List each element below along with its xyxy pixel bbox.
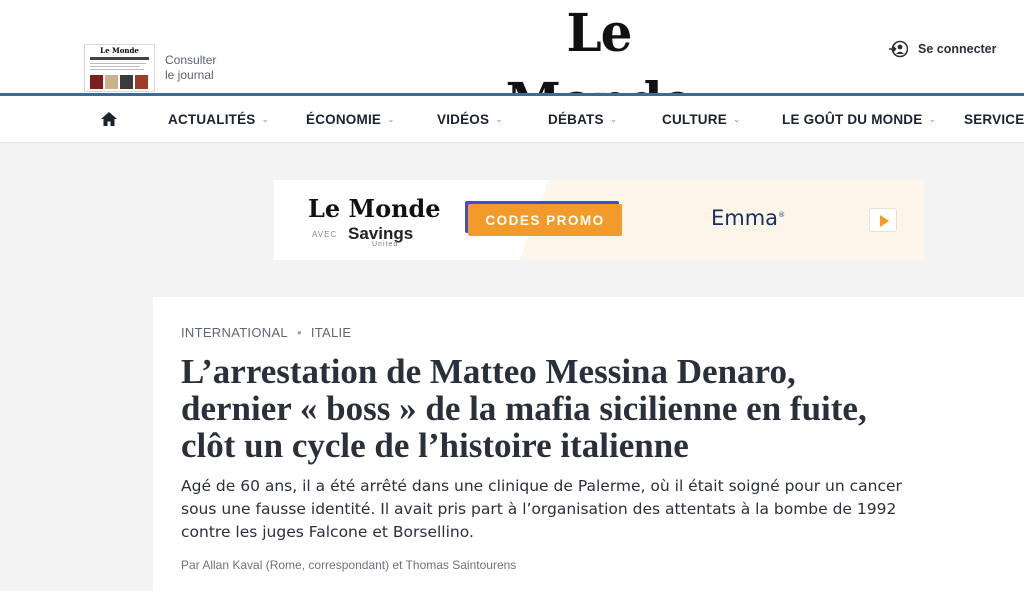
breadcrumb-international[interactable]: INTERNATIONAL [181, 325, 288, 340]
thumbnail-headline [90, 57, 149, 60]
chevron-down-icon: ⌄ [928, 114, 937, 124]
main-navigation: ACTUALITÉS ⌄ ÉCONOMIE ⌄ VIDÉOS ⌄ DÉBATS … [0, 96, 1024, 143]
consult-journal-link[interactable]: Consulter le journal [165, 53, 216, 83]
promo-codes-button[interactable]: CODES PROMO [468, 204, 622, 236]
chevron-down-icon: ⌄ [732, 114, 741, 124]
title-line: clôt un cycle de l’histoire italienne [181, 426, 689, 465]
banner-avec: AVEC [312, 230, 338, 239]
thumbnail-line [90, 63, 146, 64]
nav-item-label: LE GOÛT DU MONDE [782, 112, 923, 127]
lead-line: sous une fausse identité. Il avait pris … [181, 500, 897, 518]
nav-item-videos[interactable]: VIDÉOS ⌄ [437, 96, 503, 143]
thumbnail-image [135, 75, 148, 89]
newspaper-thumbnail[interactable]: Le Monde [84, 44, 155, 92]
article-lead: Agé de 60 ans, il a été arrêté dans une … [181, 475, 902, 544]
brand-name: Emma [711, 206, 779, 230]
nav-item-label: ACTUALITÉS [168, 112, 256, 127]
thumbnail-logo: Le Monde [100, 46, 139, 55]
nav-item-culture[interactable]: CULTURE ⌄ [662, 96, 741, 143]
nav-item-gout-du-monde[interactable]: LE GOÛT DU MONDE ⌄ [782, 96, 936, 143]
nav-item-economie[interactable]: ÉCONOMIE ⌄ [306, 96, 395, 143]
thumbnail-image [90, 75, 103, 89]
partner-subname: United [372, 241, 399, 248]
chevron-down-icon: ⌄ [495, 114, 503, 124]
brand-logo: Emma® [711, 206, 785, 230]
breadcrumb: INTERNATIONAL • ITALIE [181, 325, 351, 340]
play-icon[interactable] [869, 208, 897, 232]
nav-item-label: ÉCONOMIE [306, 112, 382, 127]
chevron-down-icon: ⌄ [609, 114, 618, 124]
chevron-down-icon: ⌄ [261, 114, 270, 124]
lead-line: Agé de 60 ans, il a été arrêté dans une … [181, 477, 902, 495]
consult-line-2: le journal [165, 68, 214, 82]
login-label: Se connecter [918, 42, 997, 56]
site-header: Le Monde Consulter le journal Le Monde S… [0, 0, 1024, 133]
nav-item-label: CULTURE [662, 112, 727, 127]
chevron-down-icon: ⌄ [387, 114, 395, 124]
thumbnail-image [105, 75, 118, 89]
site-logo[interactable]: Le Monde [468, 0, 730, 133]
thumbnail-line [90, 66, 140, 67]
breadcrumb-italie[interactable]: ITALIE [311, 325, 352, 340]
nav-item-debats[interactable]: DÉBATS ⌄ [548, 96, 617, 143]
lead-line: contre les juges Falcone et Borsellino. [181, 523, 474, 541]
thumbnail-image [120, 75, 133, 89]
banner-logo: Le Monde [308, 194, 441, 223]
article-header: INTERNATIONAL • ITALIE L’arrestation de … [153, 297, 1024, 591]
title-line: dernier « boss » de la mafia sicilienne … [181, 389, 867, 428]
nav-item-label: VIDÉOS [437, 112, 490, 127]
title-line: L’arrestation de Matteo Messina Denaro, [181, 352, 796, 391]
login-button[interactable]: Se connecter [888, 40, 997, 58]
nav-item-actualites[interactable]: ACTUALITÉS ⌄ [168, 96, 269, 143]
thumbnail-line [90, 69, 144, 70]
user-login-icon [889, 40, 908, 58]
breadcrumb-separator: • [296, 325, 302, 340]
partner-logo: Savings United [348, 224, 413, 248]
nav-item-label: DÉBATS [548, 112, 604, 127]
nav-item-services[interactable]: SERVICES [964, 96, 1024, 143]
article-byline[interactable]: Par Allan Kaval (Rome, correspondant) et… [181, 558, 516, 572]
promo-banner[interactable]: Le Monde AVEC Savings United CODES PROMO… [274, 180, 924, 260]
article-title: L’arrestation de Matteo Messina Denaro, … [181, 353, 961, 464]
home-icon[interactable] [100, 110, 118, 128]
nav-item-label: SERVICES [964, 112, 1024, 127]
registered-mark: ® [778, 211, 786, 219]
consult-line-1: Consulter [165, 53, 217, 67]
